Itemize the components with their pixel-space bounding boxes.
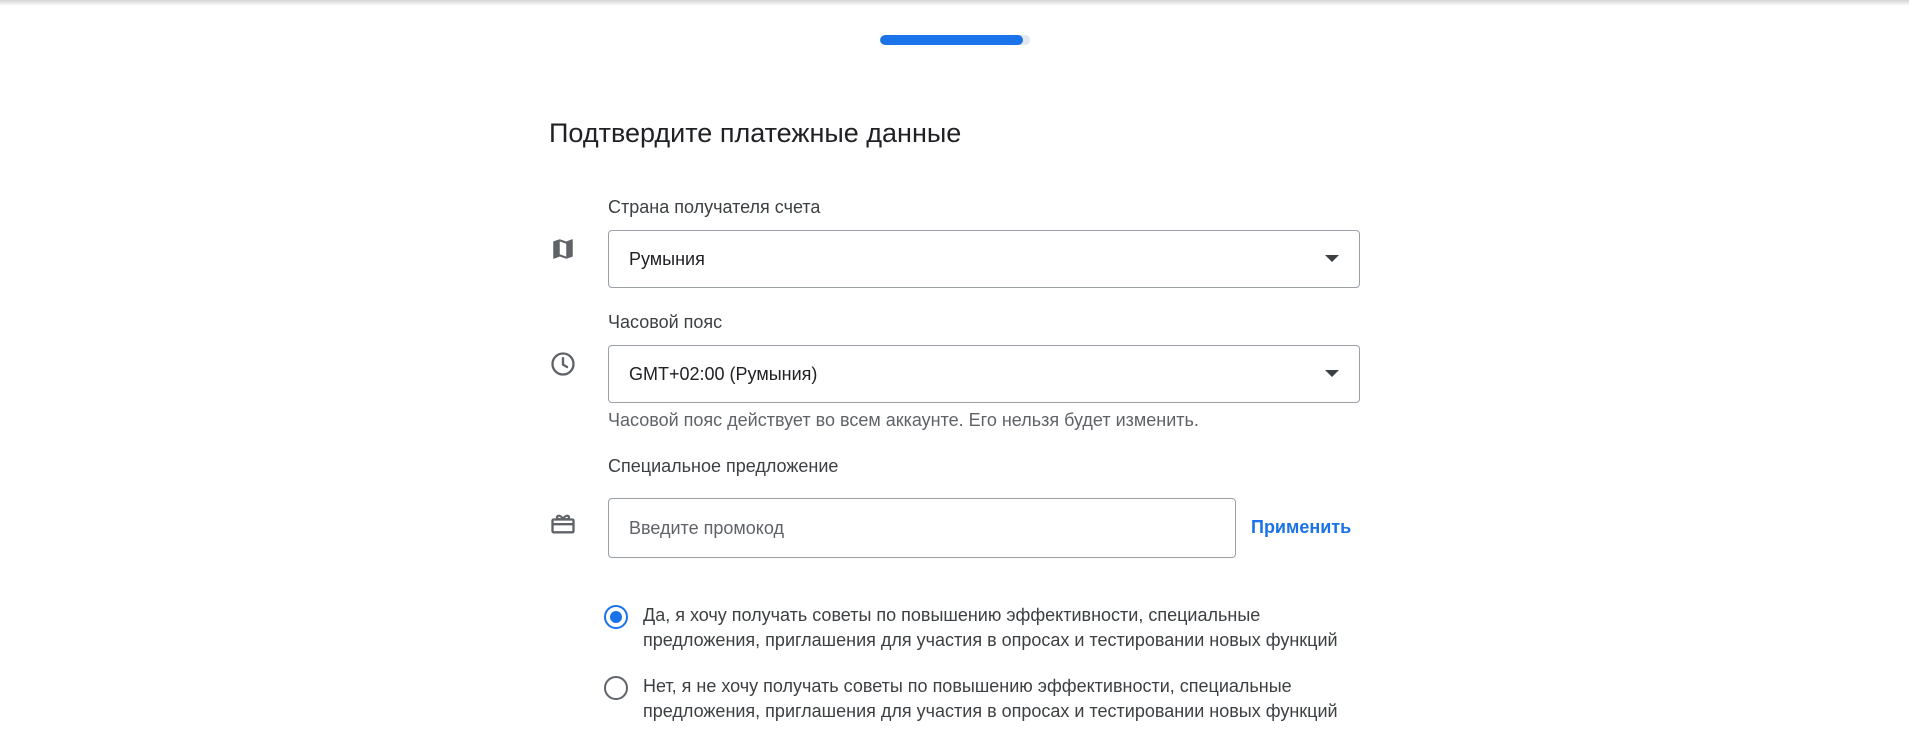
apply-promo-button[interactable]: Применить xyxy=(1251,517,1351,538)
radio-option-no[interactable]: Нет, я не хочу получать советы по повыше… xyxy=(604,674,1364,724)
page-title: Подтвердите платежные данные xyxy=(549,118,962,148)
radio-button-no[interactable] xyxy=(604,676,628,700)
map-icon xyxy=(548,234,578,264)
radio-button-yes[interactable] xyxy=(604,605,628,629)
country-select[interactable]: Румыния xyxy=(608,230,1360,288)
country-select-value: Румыния xyxy=(629,248,705,269)
promo-label: Специальное предложение xyxy=(608,456,839,476)
progress-bar xyxy=(880,35,1030,45)
clock-icon xyxy=(548,349,578,379)
country-label: Страна получателя счета xyxy=(608,197,821,217)
timezone-select-value: GMT+02:00 (Румыния) xyxy=(629,363,818,384)
dropdown-arrow-icon xyxy=(1325,255,1339,262)
timezone-label: Часовой пояс xyxy=(608,312,723,332)
billing-setup-page: Подтвердите платежные данные Страна полу… xyxy=(0,0,1909,745)
gift-icon xyxy=(548,508,578,538)
top-shadow xyxy=(0,0,1909,6)
dropdown-arrow-icon xyxy=(1325,370,1339,377)
radio-option-no-label: Нет, я не хочу получать советы по повыше… xyxy=(643,676,1338,721)
promo-code-input[interactable] xyxy=(608,498,1236,558)
radio-option-yes-label: Да, я хочу получать советы по повышению … xyxy=(643,605,1338,650)
timezone-select[interactable]: GMT+02:00 (Румыния) xyxy=(608,345,1360,403)
radio-option-yes[interactable]: Да, я хочу получать советы по повышению … xyxy=(604,603,1364,653)
progress-bar-fill xyxy=(880,35,1023,45)
timezone-helper-text: Часовой пояс действует во всем аккаунте.… xyxy=(608,410,1199,430)
